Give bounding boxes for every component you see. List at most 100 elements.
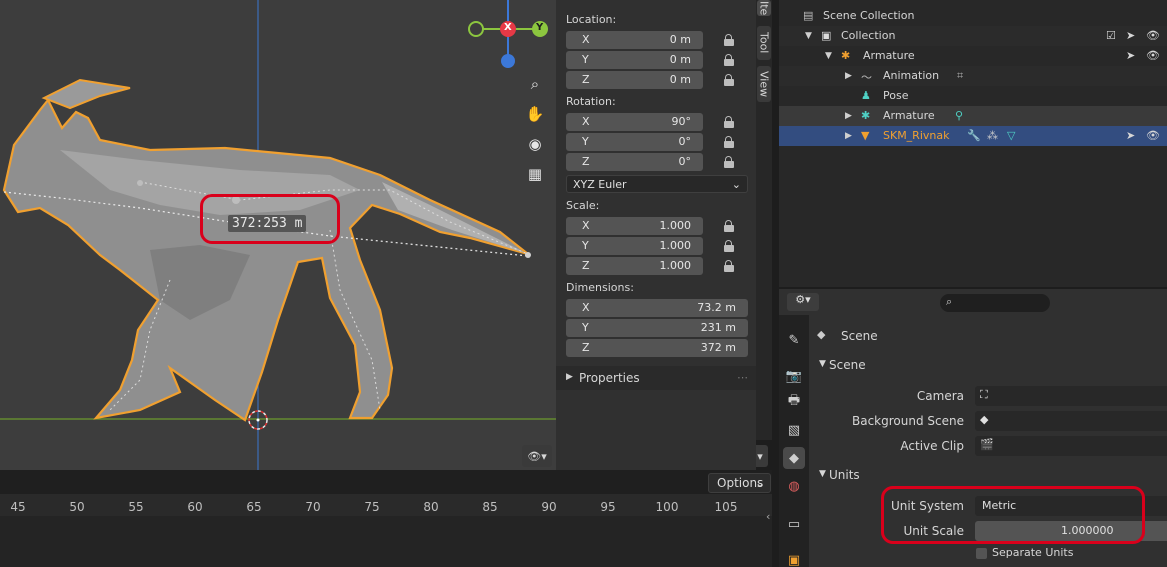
outliner-row-animation[interactable]: ▶ 〜 Animation ⌗	[779, 66, 1167, 86]
editor-type-icon[interactable]: ⚙▾	[787, 293, 819, 311]
timeline-tick: 70	[305, 500, 321, 514]
rotation-heading: Rotation:	[566, 95, 616, 108]
animation-icon: 〜	[861, 71, 872, 84]
grid-ortho-icon[interactable]: ▦	[522, 161, 548, 187]
object-tab-icon[interactable]: ▣	[783, 549, 805, 567]
scale-z-field[interactable]: Z 1.000	[566, 257, 703, 275]
scale-heading: Scale:	[566, 199, 600, 212]
3d-viewport[interactable]: X Y ⌕ ✋ ◉ ▦ 372:253 m	[0, 0, 556, 470]
select-cursor-icon: ➤	[1126, 49, 1136, 62]
outliner-row-scene-collection[interactable]: ▤ Scene Collection	[779, 6, 1167, 26]
dimensions-y-field[interactable]: Y 231 m	[566, 319, 748, 337]
outliner-row-label: Armature	[883, 109, 935, 122]
sidebar-item-panel: Location: X0 m Y0 m Z0 m Rotation: X 90° …	[556, 0, 756, 470]
properties-header: ⚙▾ ⌕	[779, 289, 1167, 315]
location-x-field[interactable]: X0 m	[566, 31, 703, 49]
location-y-field[interactable]: Y0 m	[566, 51, 703, 69]
timeline[interactable]: Options ⌄ 45 50 55 60 65 70 75 80 85 90 9…	[0, 470, 772, 567]
properties-subpanel-header[interactable]: ▶ Properties ⋯	[556, 366, 756, 390]
lock-icon[interactable]	[724, 136, 734, 148]
active-clip-field[interactable]: 🎬	[975, 436, 1167, 456]
chevron-right-icon: ▶	[845, 111, 852, 121]
render-tab-icon[interactable]: 📷	[783, 365, 805, 387]
tab-view[interactable]: View	[757, 66, 771, 102]
sidebar-tabs: Ite Tool View	[756, 0, 772, 440]
outliner-row-label: SKM_Rivnak	[883, 129, 950, 142]
tool-tab-icon[interactable]: ✎	[783, 329, 805, 351]
properties-editor: ⚙▾ ⌕ ✎ 📷 🖶 ▧ ◆ ◍ ▭ ▣ ◆ Scene ▼ Scene Came…	[779, 289, 1167, 567]
lock-icon[interactable]	[724, 260, 734, 272]
camera-object-icon: ⛶	[980, 388, 988, 401]
lock-icon[interactable]	[724, 240, 734, 252]
gizmo-y-label[interactable]: Y	[536, 22, 543, 33]
rotation-x-field[interactable]: X 90°	[566, 113, 703, 131]
collapse-arrow-icon[interactable]: ‹	[766, 510, 770, 523]
lock-icon[interactable]	[724, 116, 734, 128]
chevron-down-icon: ⌄	[731, 178, 741, 191]
bone-icon: ⚲	[955, 109, 964, 122]
outliner-row-skm-rivnak[interactable]: ▶ ▼ SKM_Rivnak 🔧 ⁂ ▽ ➤ 👁	[779, 126, 1167, 146]
outliner-row-label: Pose	[883, 89, 909, 102]
outliner-row-label: Animation	[883, 69, 940, 82]
outliner-row-pose[interactable]: ♟ Pose	[779, 86, 1167, 106]
scale-x-field[interactable]: X 1.000	[566, 217, 703, 235]
scene-section-header[interactable]: ▼ Scene	[815, 355, 1167, 377]
dimensions-z-field[interactable]: Z 372 m	[566, 339, 748, 357]
tab-tool[interactable]: Tool	[757, 26, 771, 60]
timeline-tick: 95	[600, 500, 616, 514]
collection-tab-icon[interactable]: ▭	[783, 513, 805, 535]
world-tab-icon[interactable]: ◍	[783, 475, 805, 497]
scale-y-field[interactable]: Y 1.000	[566, 237, 703, 255]
rotation-mode-select[interactable]: XYZ Euler ⌄	[566, 175, 748, 193]
scene-icon: ◆	[817, 328, 826, 341]
location-z-field[interactable]: Z0 m	[566, 71, 703, 89]
units-section-header[interactable]: ▼ Units	[815, 465, 1167, 487]
outliner-row-collection[interactable]: ▼ ▣ Collection ☑ ➤ 👁	[779, 26, 1167, 46]
chevron-down-icon: ▼	[825, 51, 832, 61]
timeline-tick: 55	[128, 500, 144, 514]
outliner-row-armature-object[interactable]: ▼ ✱ Armature ➤ 👁	[779, 46, 1167, 66]
lock-icon[interactable]	[724, 54, 734, 66]
camera-field[interactable]: ⛶	[975, 386, 1167, 406]
chevron-right-icon: ▶	[845, 71, 852, 81]
timeline-tick: 50	[69, 500, 85, 514]
view-layer-tab-icon[interactable]: ▧	[783, 419, 805, 441]
options-button[interactable]: Options ⌄	[708, 473, 771, 493]
pose-icon: ♟	[861, 89, 871, 102]
gizmo-x-label[interactable]: X	[504, 22, 512, 33]
armature-data-icon: ✱	[861, 109, 871, 122]
background-scene-field[interactable]: ◆	[975, 411, 1167, 431]
rotation-z-field[interactable]: Z 0°	[566, 153, 703, 171]
armature-mesh	[2, 78, 531, 422]
tab-item[interactable]: Ite	[757, 0, 771, 16]
lock-icon[interactable]	[724, 34, 734, 46]
visibility-eye-icon[interactable]: 👁▾	[522, 445, 552, 467]
background-scene-label: Background Scene	[852, 414, 964, 428]
camera-label: Camera	[916, 389, 964, 403]
output-tab-icon[interactable]: 🖶	[783, 391, 805, 413]
camera-icon[interactable]: ◉	[522, 131, 548, 157]
eye-icon: 👁	[1146, 129, 1160, 142]
lock-icon[interactable]	[724, 156, 734, 168]
rotation-y-field[interactable]: Y 0°	[566, 133, 703, 151]
separate-units-checkbox[interactable]	[976, 548, 987, 559]
chevron-down-icon: ▼	[819, 469, 826, 479]
outliner: ▤ Scene Collection ▼ ▣ Collection ☑ ➤ 👁 …	[779, 0, 1167, 287]
zoom-icon[interactable]: ⌕	[522, 71, 548, 97]
lock-icon[interactable]	[724, 74, 734, 86]
outliner-row-armature-data[interactable]: ▶ ✱ Armature ⚲	[779, 106, 1167, 126]
timeline-tick: 105	[714, 500, 738, 514]
properties-context-label: Scene	[841, 329, 878, 343]
hand-pan-icon[interactable]: ✋	[522, 101, 548, 127]
scene-tab-icon[interactable]: ◆	[783, 447, 805, 469]
lock-icon[interactable]	[724, 220, 734, 232]
chevron-right-icon: ▶	[566, 372, 573, 382]
timeline-header	[0, 470, 772, 496]
separate-units-label: Separate Units	[992, 546, 1074, 559]
mesh-object-icon: ▼	[861, 129, 870, 142]
select-cursor-icon: ➤	[1126, 29, 1136, 42]
properties-subpanel-label: Properties	[579, 371, 640, 385]
properties-tabs: ✎ 📷 🖶 ▧ ◆ ◍ ▭ ▣	[779, 315, 809, 567]
dimensions-x-field[interactable]: X 73.2 m	[566, 299, 748, 317]
search-input[interactable]: ⌕	[940, 294, 1050, 312]
